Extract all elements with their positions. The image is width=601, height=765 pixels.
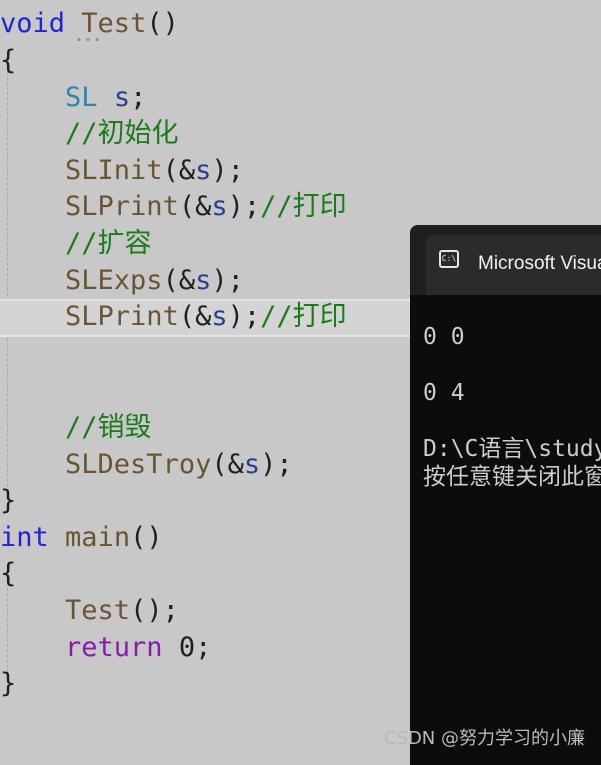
debug-console-window[interactable]: C:\ Microsoft Visual Studio 调试控制台 0 0 0 … bbox=[410, 225, 601, 765]
code-line[interactable]: Test(); bbox=[0, 594, 179, 628]
brace-close: } bbox=[0, 668, 17, 699]
function-sldestroy[interactable]: SLDesTroy bbox=[65, 449, 211, 480]
variable-s: s bbox=[195, 155, 212, 186]
function-slexps[interactable]: SLExps bbox=[65, 265, 163, 296]
arg-close: ) bbox=[211, 155, 228, 186]
variable-s: s bbox=[211, 191, 228, 222]
console-title: Microsoft Visual Studio 调试控制台 bbox=[478, 253, 601, 274]
semicolon: ; bbox=[227, 155, 244, 186]
comment-init: //初始化 bbox=[65, 118, 179, 149]
brace-open: { bbox=[0, 45, 17, 76]
brace-open: { bbox=[0, 558, 17, 589]
keyword-int: int bbox=[0, 522, 49, 553]
code-line[interactable]: //初始化 bbox=[0, 117, 179, 151]
code-line[interactable]: } bbox=[0, 484, 16, 518]
code-line[interactable]: SLPrint(&s);//打印 bbox=[0, 190, 347, 224]
code-line[interactable]: { bbox=[0, 557, 16, 591]
code-line[interactable]: SLInit(&s); bbox=[0, 154, 244, 188]
function-test[interactable]: Test bbox=[65, 595, 130, 626]
console-tab[interactable]: C:\ Microsoft Visual Studio 调试控制台 bbox=[426, 235, 601, 295]
code-line[interactable]: //销毁 bbox=[0, 411, 152, 445]
brace-close: } bbox=[0, 485, 17, 516]
variable-s: s bbox=[243, 449, 261, 480]
arg-open: (& bbox=[178, 191, 212, 222]
terminal-icon: C:\ bbox=[439, 250, 459, 268]
variable-s: s bbox=[113, 82, 131, 113]
variable-s: s bbox=[211, 301, 228, 332]
type-sl[interactable]: SL bbox=[65, 82, 98, 113]
arg-close: ) bbox=[260, 449, 277, 480]
comment-destroy: //销毁 bbox=[65, 412, 152, 443]
code-line[interactable]: void Test() bbox=[0, 7, 179, 41]
arg-close: ) bbox=[227, 191, 244, 222]
semicolon: ; bbox=[195, 632, 212, 663]
keyword-return: return bbox=[65, 632, 163, 663]
semicolon: ; bbox=[162, 595, 179, 626]
semicolon: ; bbox=[243, 191, 261, 222]
arg-close: ) bbox=[227, 301, 244, 332]
semicolon: ; bbox=[130, 82, 147, 113]
arg-open: (& bbox=[178, 301, 212, 332]
watermark: CSDN @努力学习的小廉 bbox=[383, 728, 585, 749]
semicolon: ; bbox=[243, 301, 261, 332]
arg-open: (& bbox=[211, 449, 244, 480]
code-line[interactable]: SLExps(&s); bbox=[0, 264, 244, 298]
semicolon: ; bbox=[276, 449, 293, 480]
comment-print: //打印 bbox=[260, 301, 347, 332]
code-line-current[interactable]: SLPrint(&s);//打印 bbox=[0, 300, 347, 334]
comment-print: //打印 bbox=[260, 191, 347, 222]
parens: () bbox=[130, 595, 163, 626]
arg-open: (& bbox=[162, 155, 196, 186]
console-titlebar[interactable]: C:\ Microsoft Visual Studio 调试控制台 bbox=[410, 225, 601, 295]
function-test[interactable]: Test bbox=[81, 8, 146, 39]
arg-close: ) bbox=[211, 265, 228, 296]
parens: () bbox=[146, 8, 179, 39]
code-line[interactable]: SLDesTroy(&s); bbox=[0, 448, 293, 482]
arg-open: (& bbox=[162, 265, 196, 296]
comment-expand: //扩容 bbox=[65, 228, 152, 259]
code-line[interactable]: int main() bbox=[0, 521, 163, 555]
keyword-void: void bbox=[0, 8, 66, 39]
function-slinit[interactable]: SLInit bbox=[65, 155, 163, 186]
function-slprint[interactable]: SLPrint bbox=[65, 301, 179, 332]
parens: () bbox=[130, 522, 163, 553]
function-main[interactable]: main bbox=[65, 522, 130, 553]
console-output-line: 按任意键关闭此窗口. . . bbox=[423, 464, 601, 490]
code-line[interactable]: //扩容 bbox=[0, 227, 152, 261]
number-zero: 0 bbox=[178, 632, 196, 663]
variable-s: s bbox=[195, 265, 212, 296]
function-slprint[interactable]: SLPrint bbox=[65, 191, 179, 222]
console-output-line: 0 0 bbox=[423, 324, 465, 350]
code-line[interactable]: SL s; bbox=[0, 81, 146, 115]
semicolon: ; bbox=[227, 265, 244, 296]
code-line[interactable]: } bbox=[0, 667, 16, 701]
console-output-line: D:\C语言\study bbox=[423, 436, 601, 462]
code-line[interactable]: return 0; bbox=[0, 631, 211, 665]
code-line[interactable]: { bbox=[0, 44, 16, 78]
console-output-line: 0 4 bbox=[423, 380, 465, 406]
